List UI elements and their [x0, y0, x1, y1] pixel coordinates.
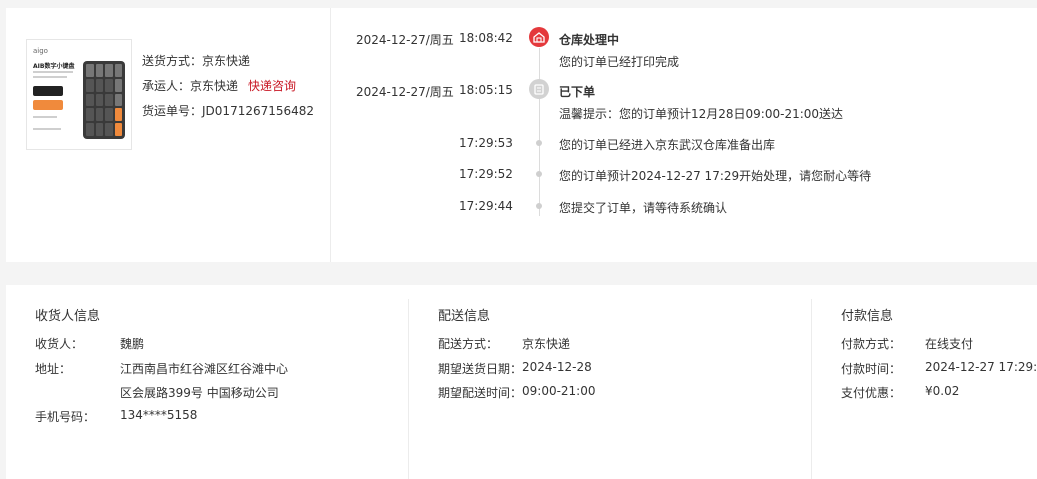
shipping-method-value: 京东快递 [202, 54, 251, 68]
timeline-time: 18:08:42 [459, 31, 513, 45]
consignee-name-value: 魏鹏 [120, 337, 145, 351]
timeline-title: 仓库处理中 [559, 33, 620, 47]
timeline-title: 已下单 [559, 85, 596, 99]
product-title: AIB数字小键盘 [33, 63, 75, 70]
delivery-method-value: 京东快递 [522, 337, 571, 351]
payment-time-value: 2024-12-27 17:29:52 [925, 360, 1037, 374]
expected-date-value: 2024-12-28 [522, 360, 592, 374]
shipment-panel: aigo AIB数字小键盘 送货方式：京东快递 承运人：京东快递 快递咨询 货运单… [6, 8, 331, 262]
shipping-method-row: 送货方式：京东快递 [142, 52, 250, 69]
expected-time-label: 期望配送时间： [438, 386, 523, 400]
keypad-image [83, 61, 125, 139]
tracking-number-label: 货运单号： [142, 104, 203, 118]
carrier-value: 京东快递 [190, 79, 239, 93]
carrier-label: 承运人： [142, 79, 191, 93]
tracking-number-value: JD0171267156482 [202, 104, 315, 118]
payment-method-label: 付款方式： [841, 337, 902, 351]
payment-discount-value: ¥0.02 [925, 384, 960, 398]
delivery-info-section: 配送信息 配送方式： 京东快递 期望送货日期： 2024-12-28 期望配送时… [409, 285, 811, 479]
product-thumbnail[interactable]: aigo AIB数字小键盘 [26, 39, 132, 150]
timeline-text: 您的订单预计2024-12-27 17:29开始处理，请您耐心等待 [559, 169, 872, 183]
consignee-address-line2: 区会展路399号 中国移动公司 [120, 386, 279, 400]
timeline-text: 您的订单已经进入京东武汉仓库准备出库 [559, 138, 776, 152]
consignee-info-title: 收货人信息 [35, 309, 101, 324]
tracking-number-row: 货运单号：JD0171267156482 [142, 102, 314, 119]
payment-discount-label: 支付优惠： [841, 386, 902, 400]
product-feature-chip [33, 100, 63, 110]
timeline-text: 您提交了订单，请等待系统确认 [559, 201, 728, 215]
payment-method-value: 在线支付 [925, 337, 974, 351]
product-brand-logo: aigo [33, 47, 48, 55]
order-icon [529, 79, 549, 99]
timeline-line [539, 48, 540, 216]
timeline-date: 2024-12-27/周五 [356, 85, 454, 99]
product-text-line [33, 128, 61, 130]
product-text-line [33, 76, 67, 78]
shipping-method-label: 送货方式： [142, 54, 203, 68]
consignee-phone-label: 手机号码： [35, 410, 96, 424]
delivery-method-label: 配送方式： [438, 337, 499, 351]
consignee-info-section: 收货人信息 收货人： 魏鹏 地址： 江西南昌市红谷滩区红谷滩中心 区会展路399… [6, 285, 408, 479]
timeline-time: 17:29:53 [459, 136, 513, 150]
delivery-info-title: 配送信息 [438, 309, 491, 324]
consignee-phone-value: 134****5158 [120, 408, 198, 422]
payment-info-section: 付款信息 付款方式： 在线支付 付款时间： 2024-12-27 17:29:5… [812, 285, 1037, 479]
timeline-text: 您的订单已经打印完成 [559, 55, 680, 69]
product-feature-chip [33, 86, 63, 96]
timeline-dot [536, 203, 542, 209]
timeline-date: 2024-12-27/周五 [356, 33, 454, 47]
timeline-time: 17:29:52 [459, 167, 513, 181]
product-text-line [33, 116, 57, 118]
timeline-time: 18:05:15 [459, 83, 513, 97]
payment-info-title: 付款信息 [841, 309, 894, 324]
order-tracking-card: aigo AIB数字小键盘 送货方式：京东快递 承运人：京东快递 快递咨询 货运单… [6, 8, 1037, 262]
consignee-address-line1: 江西南昌市红谷滩区红谷滩中心 [120, 362, 289, 376]
expected-time-value: 09:00-21:00 [522, 384, 596, 398]
expected-date-label: 期望送货日期： [438, 362, 523, 376]
timeline-time: 17:29:44 [459, 199, 513, 213]
carrier-row: 承运人：京东快递 快递咨询 [142, 77, 296, 94]
timeline-text: 温馨提示：您的订单预计12月28日09:00-21:00送达 [559, 107, 844, 121]
order-info-card: 收货人信息 收货人： 魏鹏 地址： 江西南昌市红谷滩区红谷滩中心 区会展路399… [6, 285, 1037, 479]
consignee-address-label: 地址： [35, 362, 72, 376]
payment-time-label: 付款时间： [841, 362, 902, 376]
consignee-name-label: 收货人： [35, 337, 84, 351]
product-text-line [33, 71, 73, 73]
courier-inquiry-link[interactable]: 快递咨询 [248, 79, 296, 93]
timeline-dot [536, 171, 542, 177]
timeline-dot [536, 140, 542, 146]
warehouse-icon [529, 27, 549, 47]
